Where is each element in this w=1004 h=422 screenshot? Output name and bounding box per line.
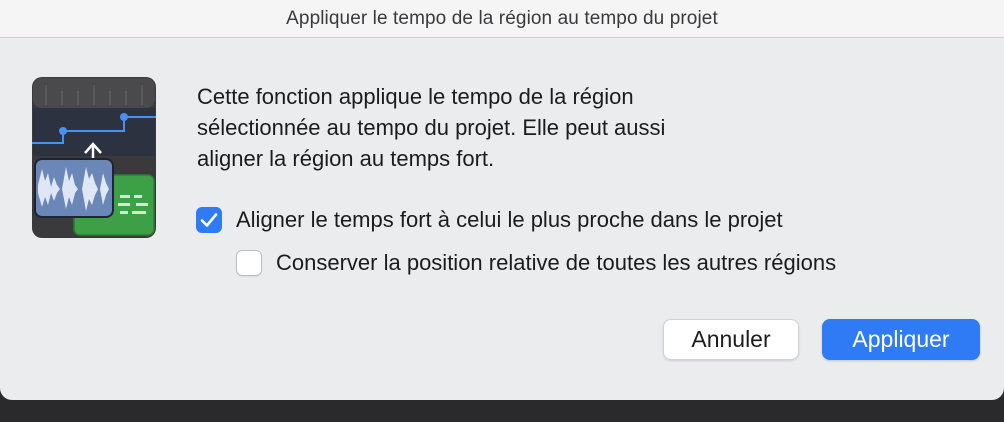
description-line: sélectionnée au tempo du projet. Elle pe… bbox=[197, 115, 666, 140]
apply-button[interactable]: Appliquer bbox=[822, 319, 980, 360]
align-downbeat-checkbox[interactable] bbox=[196, 207, 222, 233]
cancel-button[interactable]: Annuler bbox=[663, 319, 799, 360]
checkmark-icon bbox=[200, 213, 218, 227]
tempo-region-icon bbox=[32, 77, 156, 238]
title-bar: Appliquer le tempo de la région au tempo… bbox=[0, 0, 1004, 38]
keep-relative-position-checkbox[interactable] bbox=[236, 250, 262, 276]
keep-relative-position-option[interactable]: Conserver la position relative de toutes… bbox=[236, 250, 836, 276]
align-downbeat-option[interactable]: Aligner le temps fort à celui le plus pr… bbox=[196, 207, 783, 233]
align-downbeat-label[interactable]: Aligner le temps fort à celui le plus pr… bbox=[236, 207, 783, 233]
dialog: Appliquer le tempo de la région au tempo… bbox=[0, 0, 1004, 400]
dialog-title: Appliquer le tempo de la région au tempo… bbox=[286, 8, 718, 29]
description: Cette fonction applique le tempo de la r… bbox=[197, 81, 817, 174]
description-line: Cette fonction applique le tempo de la r… bbox=[197, 84, 634, 109]
description-line: aligner la région au temps fort. bbox=[197, 146, 495, 171]
keep-relative-position-label[interactable]: Conserver la position relative de toutes… bbox=[276, 250, 836, 276]
